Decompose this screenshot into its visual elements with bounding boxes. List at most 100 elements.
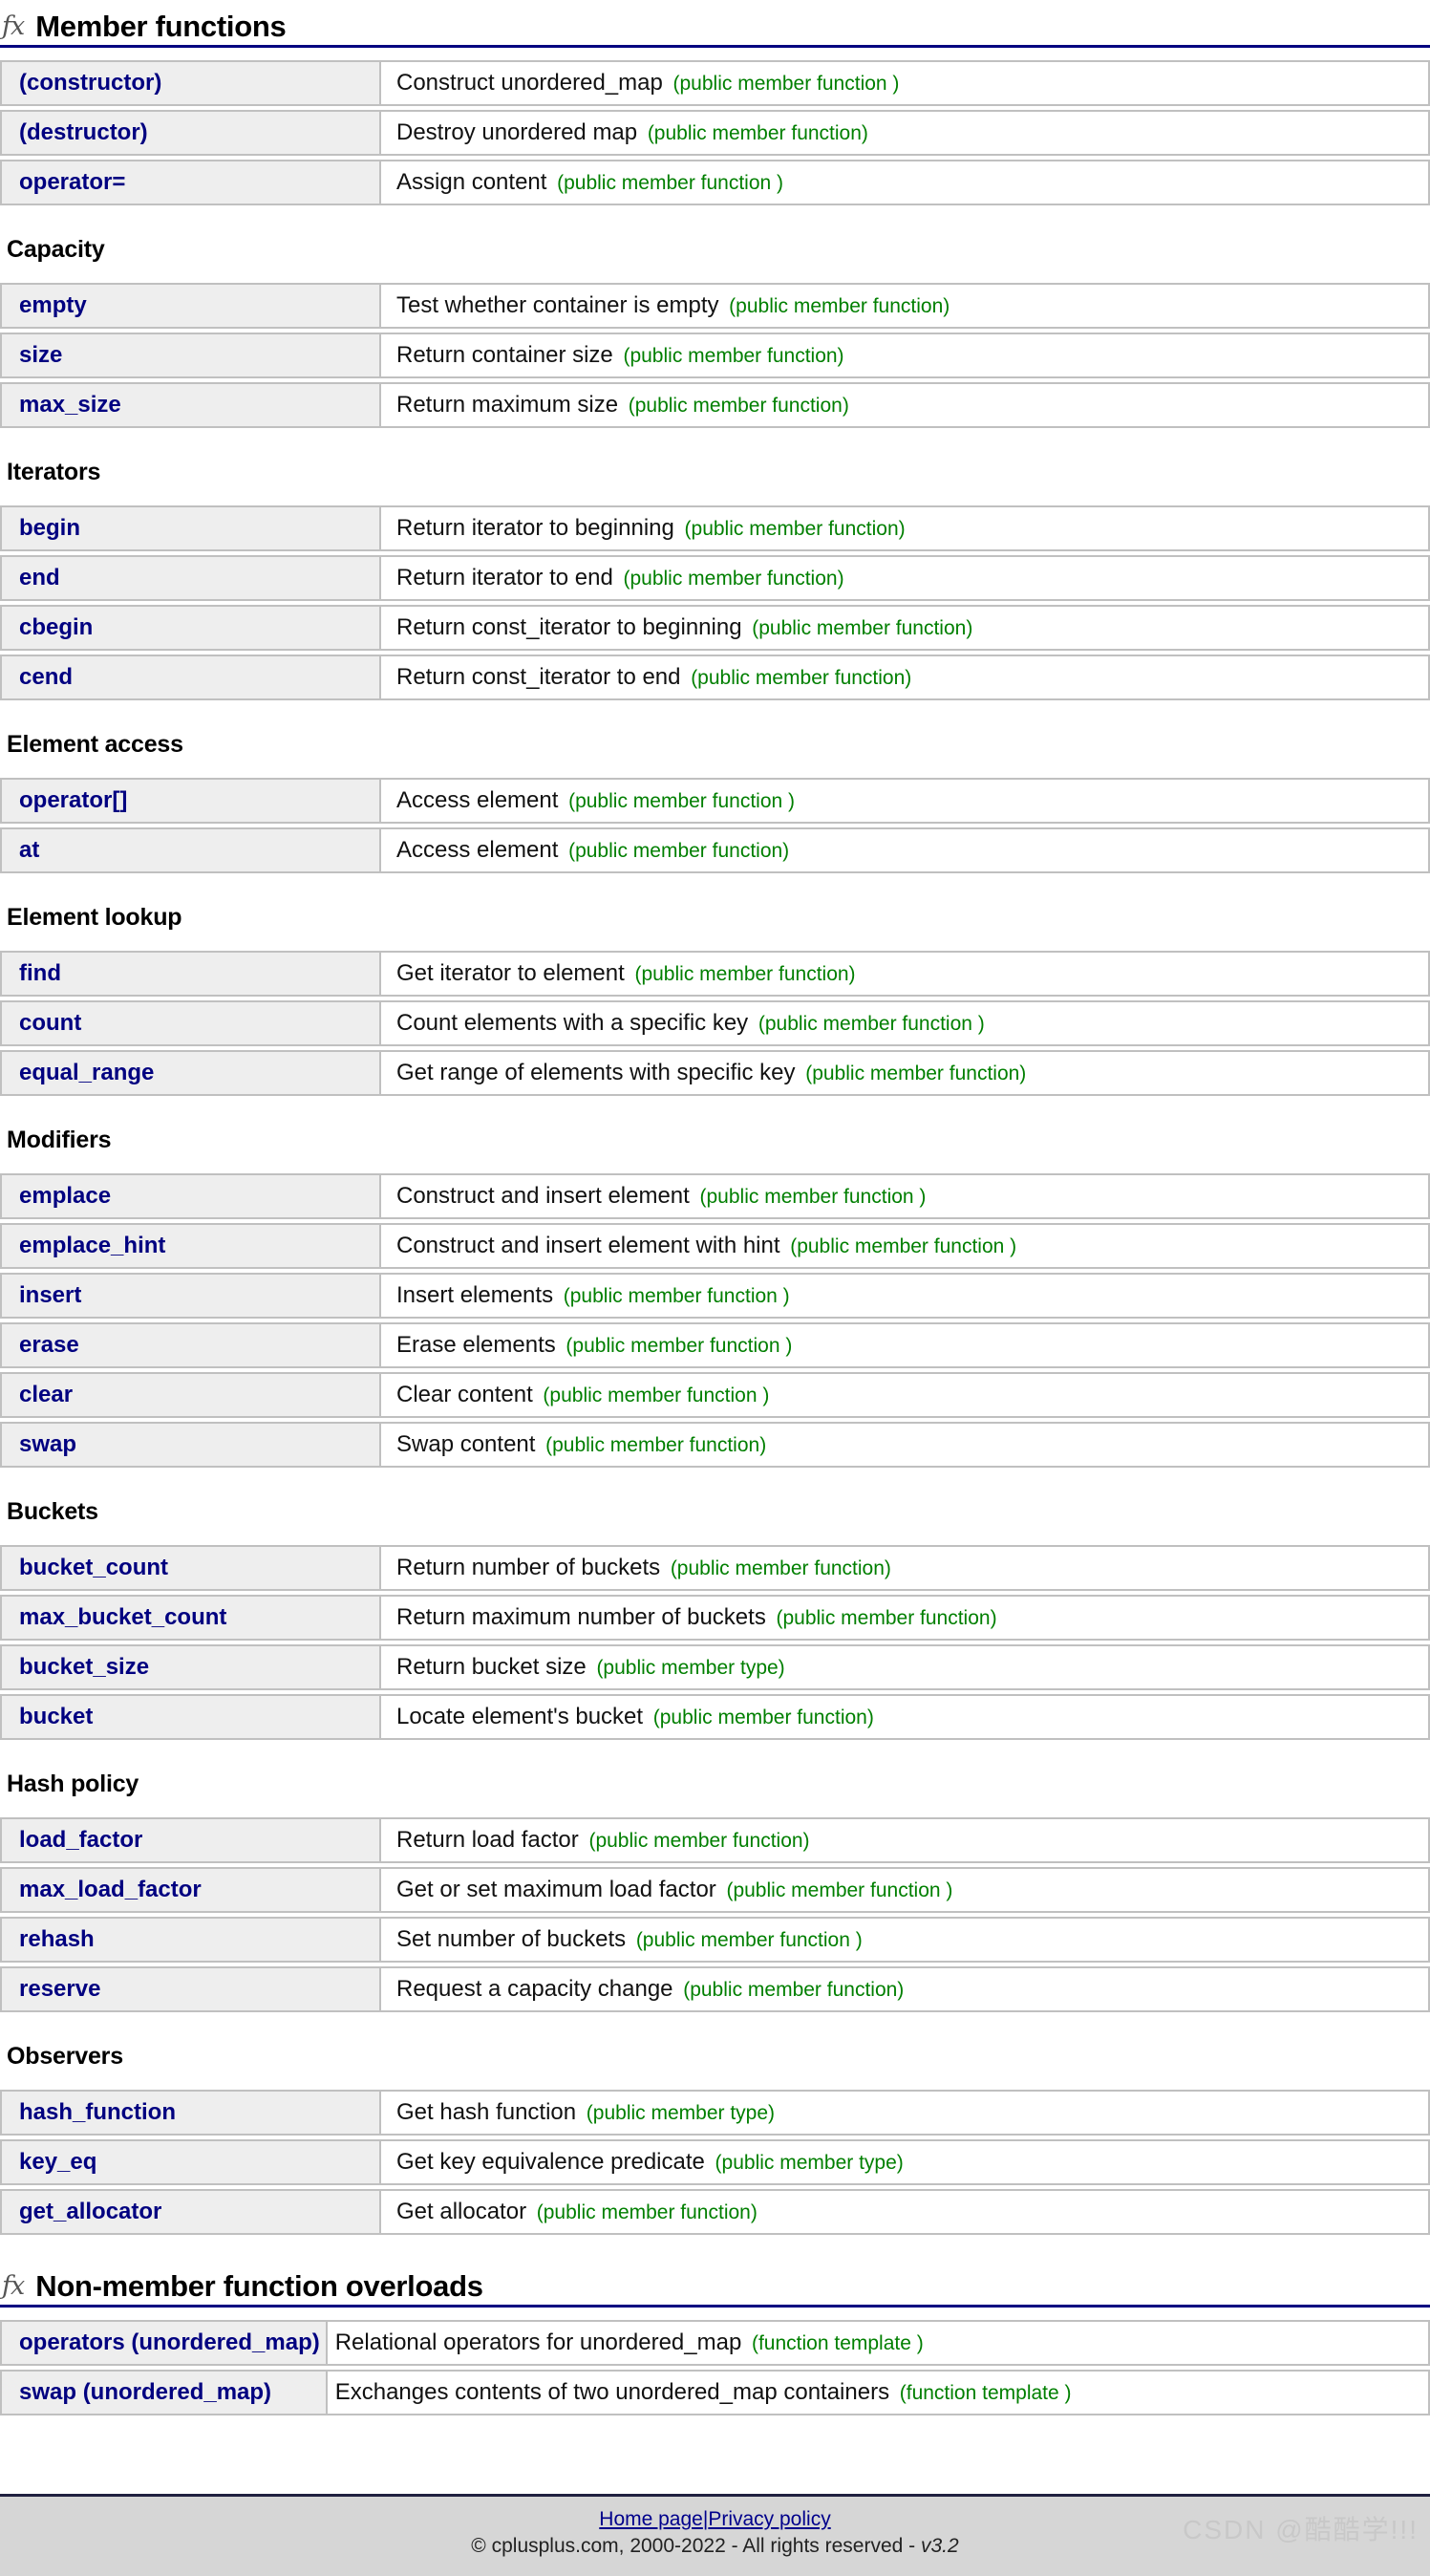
function-name-cell[interactable]: at [0,827,381,873]
function-name-cell[interactable]: find [0,951,381,997]
function-name-link[interactable]: clear [19,1382,73,1407]
function-name-link[interactable]: begin [19,515,80,541]
table-row: begin Return iterator to beginning (publi… [0,505,1430,551]
table-row: emplace Construct and insert element (pub… [0,1173,1430,1219]
function-table: hash_function Get hash function (public m… [0,2086,1430,2239]
function-name-link[interactable]: insert [19,1282,81,1308]
function-name-link[interactable]: bucket_count [19,1555,168,1580]
function-description-cell: Get or set maximum load factor (public m… [381,1867,1430,1913]
function-name-cell[interactable]: operator[] [0,778,381,824]
function-name-link[interactable]: emplace [19,1183,111,1209]
function-name-link[interactable]: reserve [19,1976,100,2002]
function-name-cell[interactable]: empty [0,283,381,329]
function-name-link[interactable]: operator[] [19,787,127,813]
function-name-link[interactable]: cend [19,664,73,690]
function-name-link[interactable]: count [19,1010,81,1036]
table-row: size Return container size (public member… [0,333,1430,378]
function-name-link[interactable]: operators (unordered_map) [19,2329,320,2355]
function-name-cell[interactable]: (destructor) [0,110,381,156]
function-name-link[interactable]: hash_function [19,2099,176,2125]
function-name-link[interactable]: max_load_factor [19,1877,202,1902]
function-name-cell[interactable]: get_allocator [0,2189,381,2235]
function-name-cell[interactable]: cend [0,655,381,700]
function-kind-label: (public member function) [805,1063,1027,1084]
function-name-link[interactable]: swap [19,1431,76,1457]
function-name-link[interactable]: equal_range [19,1060,154,1085]
function-name-cell[interactable]: clear [0,1372,381,1418]
function-name-link[interactable]: cbegin [19,614,93,640]
function-kind-label: (public member function) [776,1607,997,1629]
function-description: Access element [396,787,559,813]
function-kind-label: (public member function ) [543,1385,770,1406]
function-name-link[interactable]: end [19,565,60,590]
function-name-link[interactable]: swap (unordered_map) [19,2379,271,2405]
function-name-link[interactable]: find [19,960,61,986]
function-description-cell: Construct unordered_map (public member f… [381,60,1430,106]
function-name-link[interactable]: (constructor) [19,70,161,96]
function-name-link[interactable]: operator= [19,169,125,195]
subsection-heading: Hash policy [7,1771,139,1797]
function-name-link[interactable]: empty [19,292,87,318]
function-name-cell[interactable]: rehash [0,1917,381,1963]
function-kind-label: (public member function) [536,2201,758,2223]
function-name-link[interactable]: erase [19,1332,79,1358]
function-name-link[interactable]: rehash [19,1926,95,1952]
function-description: Return load factor [396,1827,579,1853]
function-description: Erase elements [396,1332,556,1358]
function-name-cell[interactable]: key_eq [0,2139,381,2185]
function-name-cell[interactable]: swap [0,1422,381,1468]
function-name-cell[interactable]: erase [0,1322,381,1368]
function-name-link[interactable]: bucket [19,1704,93,1729]
function-name-cell[interactable]: bucket [0,1694,381,1740]
function-name-link[interactable]: get_allocator [19,2199,161,2224]
function-name-cell[interactable]: count [0,1000,381,1046]
privacy-policy-link[interactable]: Privacy policy [708,2508,830,2530]
function-description-cell: Erase elements (public member function ) [381,1322,1430,1368]
function-name-cell[interactable]: load_factor [0,1817,381,1863]
fx-icon: ƒx [2,11,25,41]
function-name-cell[interactable]: bucket_count [0,1545,381,1591]
function-name-link[interactable]: bucket_size [19,1654,149,1680]
function-name-cell[interactable]: cbegin [0,605,381,651]
function-name-cell[interactable]: max_load_factor [0,1867,381,1913]
function-description: Swap content [396,1431,536,1457]
function-name-cell[interactable]: operators (unordered_map) [0,2320,328,2366]
function-name-cell[interactable]: swap (unordered_map) [0,2370,328,2415]
function-kind-label: (public member function ) [563,1285,790,1307]
function-name-cell[interactable]: reserve [0,1966,381,2012]
table-row: erase Erase elements (public member funct… [0,1322,1430,1368]
function-description: Relational operators for unordered_map [334,2329,742,2355]
function-kind-label: (public member function) [628,395,849,417]
function-name-link[interactable]: max_bucket_count [19,1604,226,1630]
function-description-cell: Count elements with a specific key (publ… [381,1000,1430,1046]
function-name-cell[interactable]: operator= [0,160,381,205]
function-table: operators (unordered_map) Relational oper… [0,2316,1430,2419]
function-name-link[interactable]: load_factor [19,1827,142,1853]
function-name-cell[interactable]: max_bucket_count [0,1595,381,1641]
function-name-link[interactable]: key_eq [19,2149,96,2175]
function-kind-label: (public member function) [545,1434,767,1456]
function-name-cell[interactable]: (constructor) [0,60,381,106]
function-name-link[interactable]: at [19,837,39,863]
function-name-cell[interactable]: bucket_size [0,1644,381,1690]
function-name-cell[interactable]: begin [0,505,381,551]
function-description-cell: Relational operators for unordered_map (… [327,2320,1430,2366]
function-kind-label: (public member function) [623,568,844,590]
home-page-link[interactable]: Home page [599,2508,703,2530]
reference-page: ƒx Member functions (constructor) Construct… [0,0,1430,2576]
function-name-cell[interactable]: hash_function [0,2090,381,2136]
subsection-heading: Buckets [7,1498,98,1525]
function-name-cell[interactable]: emplace [0,1173,381,1219]
function-kind-label: (public member function) [752,617,973,639]
function-name-cell[interactable]: emplace_hint [0,1223,381,1269]
function-name-cell[interactable]: size [0,333,381,378]
function-name-link[interactable]: max_size [19,392,121,418]
function-name-cell[interactable]: max_size [0,382,381,428]
function-kind-label: (public member function) [634,963,856,985]
function-name-link[interactable]: size [19,342,62,368]
function-name-cell[interactable]: equal_range [0,1050,381,1096]
function-name-link[interactable]: emplace_hint [19,1233,165,1258]
function-name-cell[interactable]: insert [0,1273,381,1319]
function-name-link[interactable]: (destructor) [19,119,148,145]
function-name-cell[interactable]: end [0,555,381,601]
